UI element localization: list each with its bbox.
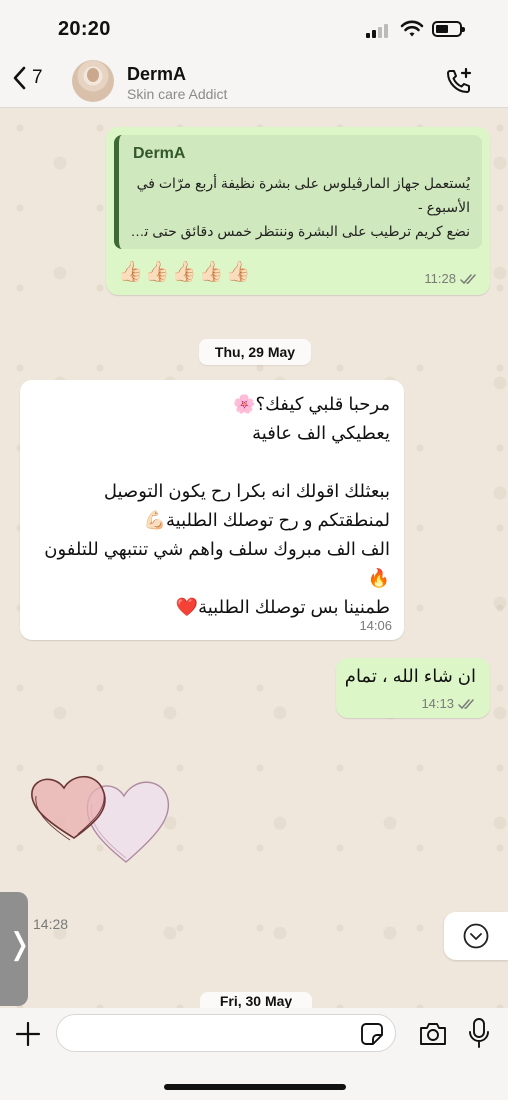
message-line: 🔥 bbox=[367, 568, 390, 588]
message-time: 11:28 bbox=[424, 271, 456, 286]
outgoing-message-quoted[interactable]: DermA يُستعمل جهاز المارڤيلوس على بشرة ن… bbox=[106, 127, 490, 295]
avatar[interactable] bbox=[72, 60, 114, 102]
message-line: الف الف مبروك سلف واهم شي تنتبهي للتلفون bbox=[44, 539, 390, 559]
message-input[interactable] bbox=[56, 1014, 396, 1052]
back-button[interactable]: 7 bbox=[12, 66, 43, 90]
chevron-left-icon bbox=[13, 66, 26, 90]
sticker-time: 14:28 bbox=[33, 916, 69, 932]
camera-icon[interactable] bbox=[418, 1021, 448, 1047]
message-line: مرحبا قلبي كيفك؟🌸 bbox=[233, 394, 390, 414]
message-text: ان شاء الله ، تمام bbox=[344, 666, 476, 686]
quote-line: نضع كريم ترطيب على البشرة وننتظر خمس دقا… bbox=[129, 223, 470, 239]
status-time: 20:20 bbox=[58, 18, 111, 40]
message-line: يعطيكي الف عافية bbox=[252, 423, 390, 443]
wifi-icon bbox=[400, 20, 424, 37]
message-time: 14:13 bbox=[421, 696, 454, 711]
message-meta: 14:06 bbox=[359, 618, 392, 633]
quoted-message[interactable]: DermA يُستعمل جهاز المارڤيلوس على بشرة ن… bbox=[114, 135, 482, 249]
chevron-down-circle-icon bbox=[463, 923, 489, 949]
signal-icon bbox=[366, 24, 392, 38]
read-ticks-icon bbox=[458, 698, 474, 709]
add-call-icon[interactable] bbox=[444, 66, 474, 96]
incoming-message[interactable]: مرحبا قلبي كيفك؟🌸 يعطيكي الف عافية ببعثل… bbox=[20, 380, 404, 640]
message-line: لمنطقتكم و رح توصلك الطلبية💪🏻 bbox=[143, 510, 390, 530]
scroll-to-bottom-button[interactable] bbox=[444, 912, 508, 960]
microphone-icon[interactable] bbox=[468, 1018, 490, 1048]
read-ticks-icon bbox=[460, 273, 476, 284]
contact-name[interactable]: DermA bbox=[127, 64, 186, 85]
message-time: 14:06 bbox=[359, 618, 392, 633]
battery-icon bbox=[432, 21, 465, 37]
thumbs-up-emojis: 👍🏻👍🏻👍🏻👍🏻👍🏻 bbox=[118, 261, 253, 283]
message-meta: 14:13 bbox=[421, 696, 478, 711]
status-bar: 20:20 bbox=[0, 0, 508, 56]
home-indicator bbox=[164, 1084, 346, 1090]
sticker-icon[interactable] bbox=[360, 1022, 384, 1046]
expand-side-tab[interactable]: ❭ bbox=[0, 892, 32, 1006]
composer-bar bbox=[0, 1008, 508, 1100]
plus-icon[interactable] bbox=[14, 1020, 42, 1048]
message-text: مرحبا قلبي كيفك؟🌸 يعطيكي الف عافية ببعثل… bbox=[44, 390, 390, 622]
outgoing-message[interactable]: ان شاء الله ، تمام 14:13 bbox=[336, 658, 490, 718]
contact-status: Skin care Addict bbox=[127, 86, 228, 102]
message-line bbox=[44, 448, 390, 477]
message-line: ببعثلك اقولك انه بكرا رح يكون التوصيل bbox=[103, 481, 390, 501]
message-line: طمنينا بس توصلك الطلبية❤️ bbox=[175, 597, 390, 617]
hearts-sticker[interactable] bbox=[26, 770, 186, 870]
quote-line: يُستعمل جهاز المارڤيلوس على بشرة نظيفة أ… bbox=[136, 175, 470, 191]
chevron-right-icon: ❭ bbox=[7, 928, 33, 961]
quote-author: DermA bbox=[133, 145, 186, 162]
message-meta: 11:28 bbox=[424, 271, 480, 286]
unread-count: 7 bbox=[32, 67, 43, 88]
date-separator: Thu, 29 May bbox=[199, 339, 311, 365]
quote-line: الأسبوع - bbox=[418, 199, 470, 215]
quote-text: يُستعمل جهاز المارڤيلوس على بشرة نظيفة أ… bbox=[129, 171, 470, 243]
chat-header: 7 DermA Skin care Addict bbox=[0, 56, 508, 108]
